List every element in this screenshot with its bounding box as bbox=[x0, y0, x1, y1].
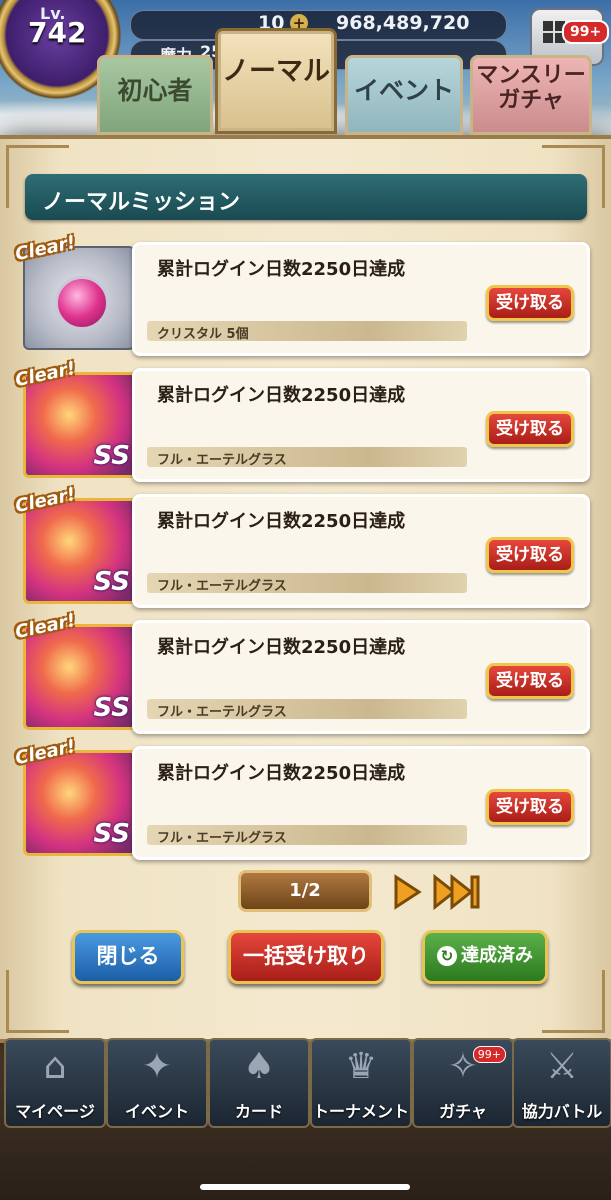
tab-beginner[interactable]: 初心者 bbox=[97, 55, 213, 135]
mission-card: 累計ログイン日数2250日達成 フル・エーテルグラス 受け取る bbox=[132, 746, 590, 860]
cards-icon: ♠ bbox=[242, 1046, 276, 1087]
close-button[interactable]: 閉じる bbox=[72, 930, 184, 984]
mission-card: 累計ログイン日数2250日達成 フル・エーテルグラス 受け取る bbox=[132, 620, 590, 734]
nav-event[interactable]: ✦ イベント bbox=[106, 1038, 208, 1128]
mission-title: 累計ログイン日数2250日達成 bbox=[157, 385, 406, 406]
ether-glass-icon: SS bbox=[23, 624, 137, 730]
last-page-icon[interactable] bbox=[432, 874, 482, 910]
nav-card[interactable]: ♠ カード bbox=[208, 1038, 310, 1128]
ether-glass-icon: SS bbox=[23, 372, 137, 478]
nav-label: トーナメント bbox=[312, 1102, 409, 1121]
reward-text: フル・エーテルグラス bbox=[157, 453, 287, 468]
mission-title: 累計ログイン日数2250日達成 bbox=[157, 637, 406, 658]
claim-button[interactable]: 受け取る bbox=[486, 411, 574, 447]
list-item: SS Clear! 累計ログイン日数2250日達成 フル・エーテルグラス 受け取… bbox=[13, 358, 590, 482]
mission-title: 累計ログイン日数2250日達成 bbox=[157, 511, 406, 532]
nav-mypage[interactable]: ⌂ マイページ bbox=[4, 1038, 106, 1128]
list-item: SS Clear! 累計ログイン日数2250日達成 フル・エーテルグラス 受け取… bbox=[13, 736, 590, 860]
reward-text: フル・エーテルグラス bbox=[157, 705, 287, 720]
nav-label: 協力バトル bbox=[521, 1102, 603, 1121]
mission-title: 累計ログイン日数2250日達成 bbox=[157, 763, 406, 784]
mission-title: 累計ログイン日数2250日達成 bbox=[157, 259, 406, 280]
nav-gacha[interactable]: ✧ 99+ ガチャ bbox=[412, 1038, 514, 1128]
nav-label: マイページ bbox=[15, 1102, 95, 1121]
nav-coop-battle[interactable]: ⚔ 協力バトル bbox=[512, 1038, 611, 1128]
tab-label: イベント bbox=[353, 76, 454, 105]
tab-normal[interactable]: ノーマル bbox=[215, 28, 337, 134]
achieved-label: 達成済み bbox=[461, 945, 533, 966]
ss-rank-icon: SS bbox=[93, 819, 130, 849]
tab-label: 初心者 bbox=[117, 76, 193, 105]
nav-tournament[interactable]: ♛ トーナメント bbox=[310, 1038, 412, 1128]
list-item: SS Clear! 累計ログイン日数2250日達成 フル・エーテルグラス 受け取… bbox=[13, 484, 590, 608]
ss-rank-icon: SS bbox=[93, 441, 130, 471]
tab-monthly-gacha[interactable]: マンスリーガチャ bbox=[470, 55, 592, 135]
reward-text: クリスタル 5個 bbox=[157, 327, 249, 342]
claim-button[interactable]: 受け取る bbox=[486, 789, 574, 825]
tab-label: マンスリーガチャ bbox=[476, 63, 586, 113]
tab-label: ノーマル bbox=[222, 56, 330, 87]
ss-rank-icon: SS bbox=[93, 693, 130, 723]
gem-icon bbox=[55, 276, 109, 330]
ether-glass-icon: SS bbox=[23, 750, 137, 856]
panel-corner-ornament bbox=[542, 970, 605, 1033]
ss-rank-icon: SS bbox=[93, 567, 130, 597]
reward-text: フル・エーテルグラス bbox=[157, 831, 287, 846]
claim-button[interactable]: 受け取る bbox=[486, 537, 574, 573]
crystal-reward-icon bbox=[23, 246, 135, 350]
page-title: ノーマルミッション bbox=[42, 190, 241, 215]
nav-label: カード bbox=[234, 1102, 283, 1121]
mission-card: 累計ログイン日数2250日達成 クリスタル 5個 受け取る bbox=[132, 242, 590, 356]
mission-card: 累計ログイン日数2250日達成 フル・エーテルグラス 受け取る bbox=[132, 368, 590, 482]
next-page-icon[interactable] bbox=[392, 874, 422, 910]
home-indicator[interactable] bbox=[200, 1184, 410, 1190]
panel-corner-ornament bbox=[6, 970, 69, 1033]
reward-text: フル・エーテルグラス bbox=[157, 579, 287, 594]
level-value: 742 bbox=[28, 16, 87, 49]
tab-event[interactable]: イベント bbox=[345, 55, 463, 135]
gold-amount: 968,489,720 bbox=[336, 12, 470, 34]
house-icon: ⌂ bbox=[43, 1046, 67, 1087]
ether-glass-icon: SS bbox=[23, 498, 137, 604]
achieved-button[interactable]: ↻ 達成済み bbox=[422, 930, 548, 984]
claim-button[interactable]: 受け取る bbox=[486, 285, 574, 321]
event-icon: ✦ bbox=[141, 1046, 173, 1087]
mission-card: 累計ログイン日数2250日達成 フル・エーテルグラス 受け取る bbox=[132, 494, 590, 608]
menu-badge: 99+ bbox=[562, 20, 610, 44]
page-indicator: 1/2 bbox=[238, 870, 372, 912]
refresh-icon: ↻ bbox=[437, 946, 457, 966]
list-item: Clear! 累計ログイン日数2250日達成 クリスタル 5個 受け取る bbox=[13, 232, 590, 356]
claim-all-button[interactable]: 一括受け取り bbox=[228, 930, 384, 984]
list-item: SS Clear! 累計ログイン日数2250日達成 フル・エーテルグラス 受け取… bbox=[13, 610, 590, 734]
nav-label: イベント bbox=[124, 1102, 189, 1121]
gacha-badge: 99+ bbox=[472, 1046, 506, 1063]
nav-label: ガチャ bbox=[439, 1102, 487, 1121]
battle-icon: ⚔ bbox=[545, 1046, 579, 1087]
claim-button[interactable]: 受け取る bbox=[486, 663, 574, 699]
trophy-icon: ♛ bbox=[344, 1046, 378, 1087]
